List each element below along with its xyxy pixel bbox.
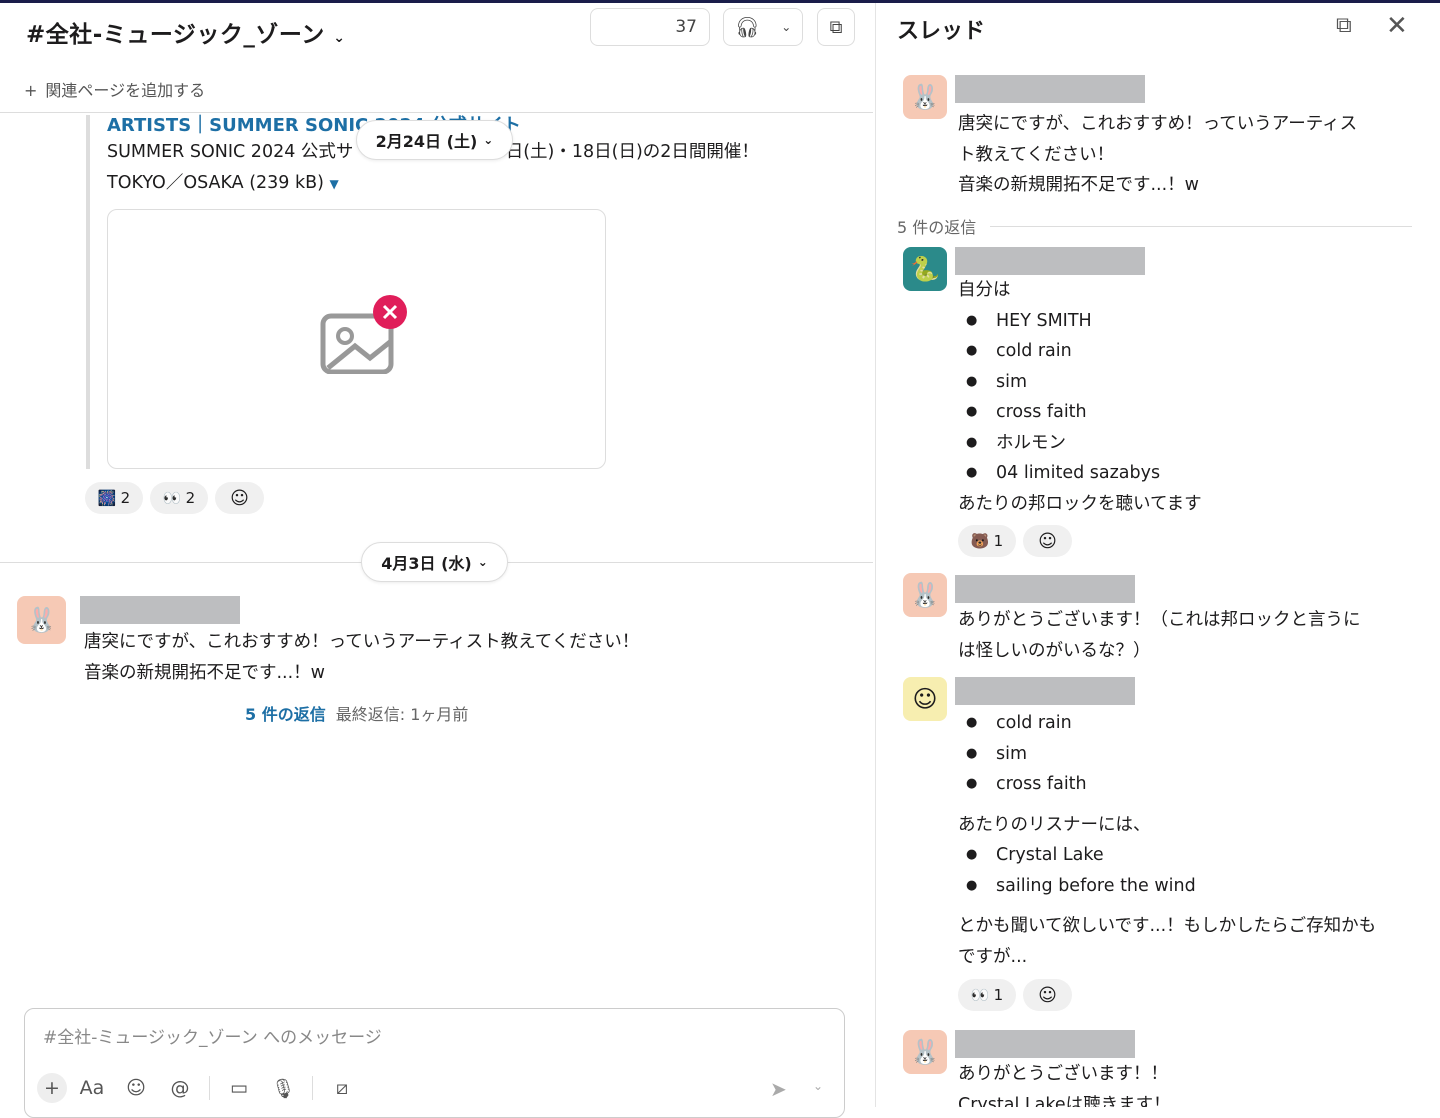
date-divider-pill[interactable]: 4月3日 (水) ⌄ xyxy=(361,542,508,582)
image-preview[interactable] xyxy=(107,209,606,469)
format-text-button[interactable]: Aa xyxy=(77,1073,107,1103)
mention-icon[interactable]: @ xyxy=(165,1073,195,1103)
slash-command-icon[interactable]: ⧄ xyxy=(327,1073,357,1103)
chevron-down-icon: ⌄ xyxy=(483,133,494,147)
avatar[interactable]: 🐰 xyxy=(903,75,947,119)
chevron-down-icon: ⌄ xyxy=(781,20,792,34)
chevron-down-icon[interactable]: ⌄ xyxy=(813,1079,823,1093)
thread-pane: スレッド ⧉ ✕ 🐰 唐突にですが、これおすすめ！っていうアーティス ト教えてくだ… xyxy=(875,3,1440,1107)
caret-down-icon[interactable]: ▼ xyxy=(330,177,339,191)
huddle-button[interactable]: 🎧︎ ⌄ xyxy=(723,8,803,46)
reply-message: cold rain sim cross faith あたりのリスナーには、 Cr… xyxy=(958,708,1428,972)
send-icon[interactable]: ➤ xyxy=(770,1077,787,1101)
plus-icon[interactable]: + xyxy=(37,1073,67,1103)
add-emoji-icon: ☺︎ xyxy=(230,487,249,509)
message-text: 唐突にですが、これおすすめ！っていうアーティスト教えてください！ 音楽の新規開拓不… xyxy=(84,632,640,683)
redacted-username[interactable] xyxy=(80,596,240,624)
attachment-border xyxy=(86,115,90,469)
date-divider-pill[interactable]: 2月24日 (土) ⌄ xyxy=(356,120,513,160)
attachment-meta: TOKYO／OSAKA (239 kB) ▼ xyxy=(107,173,339,193)
redacted-username[interactable] xyxy=(955,247,1145,275)
add-reaction-button[interactable]: ☺︎ xyxy=(1023,525,1072,557)
redacted-username[interactable] xyxy=(955,677,1135,705)
avatar[interactable]: ☺ xyxy=(903,677,947,721)
redacted-username[interactable] xyxy=(955,1030,1135,1058)
add-related-page[interactable]: + 関連ページを追加する xyxy=(24,77,205,101)
avatar[interactable]: 🐍 xyxy=(903,247,947,291)
replies-link[interactable]: 5 件の返信 xyxy=(245,705,326,724)
add-emoji-icon: ☺︎ xyxy=(1038,984,1057,1006)
plus-icon: + xyxy=(24,81,38,100)
redacted-username[interactable] xyxy=(955,75,1145,103)
avatar[interactable]: 🐰 xyxy=(903,1030,947,1074)
close-icon[interactable]: ✕ xyxy=(1386,11,1408,41)
reply-message: 自分は HEY SMITH cold rain sim cross faith … xyxy=(958,275,1428,519)
parent-message: 唐突にですが、これおすすめ！っていうアーティス ト教えてください！ 音楽の新規開拓不… xyxy=(958,114,1358,195)
video-icon[interactable]: ▭ xyxy=(224,1073,254,1103)
channel-title[interactable]: #全社-ミュージック_ゾーン ⌄ xyxy=(26,15,345,49)
canvas-button[interactable]: ⧉ xyxy=(817,8,855,46)
canvas-add-icon: ⧉ xyxy=(829,16,843,38)
microphone-icon[interactable]: 🎙︎ xyxy=(268,1073,298,1103)
composer-toolbar: + Aa ☺︎ @ ▭ 🎙︎ ⧄ xyxy=(37,1073,371,1103)
separator xyxy=(209,1076,210,1100)
reaction-fireworks[interactable]: 🎆 2 xyxy=(85,482,143,514)
reaction-eyes[interactable]: 👀 1 xyxy=(958,979,1016,1011)
emoji-icon[interactable]: ☺︎ xyxy=(121,1073,151,1103)
thread-summary: 5 件の返信 最終返信: 1ヶ月前 xyxy=(245,705,469,724)
reply-message: ありがとうございます！！ Crystal Lakeは聴きます！ xyxy=(958,1064,1171,1107)
avatar[interactable]: 🐰 xyxy=(903,573,947,617)
reaction[interactable]: 🐻 1 xyxy=(958,525,1016,557)
channel-pane: #全社-ミュージック_ゾーン ⌄ 37 🎧︎ ⌄ ⧉ + 関連ページを追加する AR… xyxy=(0,3,873,1118)
add-reaction-button[interactable]: ☺︎ xyxy=(1023,979,1072,1011)
popout-icon[interactable]: ⧉ xyxy=(1336,13,1352,38)
thread-title: スレッド xyxy=(897,19,986,44)
avatar[interactable]: 🐰 xyxy=(17,596,66,644)
redacted-username[interactable] xyxy=(955,575,1135,603)
add-reaction-button[interactable]: ☺︎ xyxy=(215,482,264,514)
member-count-button[interactable]: 37 xyxy=(590,8,710,46)
add-emoji-icon: ☺︎ xyxy=(1038,530,1057,552)
message-composer[interactable]: #全社-ミュージック_ゾーン へのメッセージ + Aa ☺︎ @ ▭ 🎙︎ ⧄ … xyxy=(24,1008,845,1118)
reply-message: ありがとうございます！（これは邦ロックと言うに は怪しいのがいるな？） xyxy=(958,610,1361,661)
replies-divider: 5 件の返信 xyxy=(897,214,1412,238)
chevron-down-icon: ⌄ xyxy=(477,555,488,569)
headphones-icon: 🎧︎ xyxy=(734,15,761,39)
reaction-eyes[interactable]: 👀 2 xyxy=(150,482,208,514)
message-input[interactable]: #全社-ミュージック_ゾーン へのメッセージ xyxy=(43,1023,382,1048)
broken-image-icon xyxy=(320,295,407,374)
separator xyxy=(312,1076,313,1100)
chevron-down-icon: ⌄ xyxy=(333,30,346,46)
